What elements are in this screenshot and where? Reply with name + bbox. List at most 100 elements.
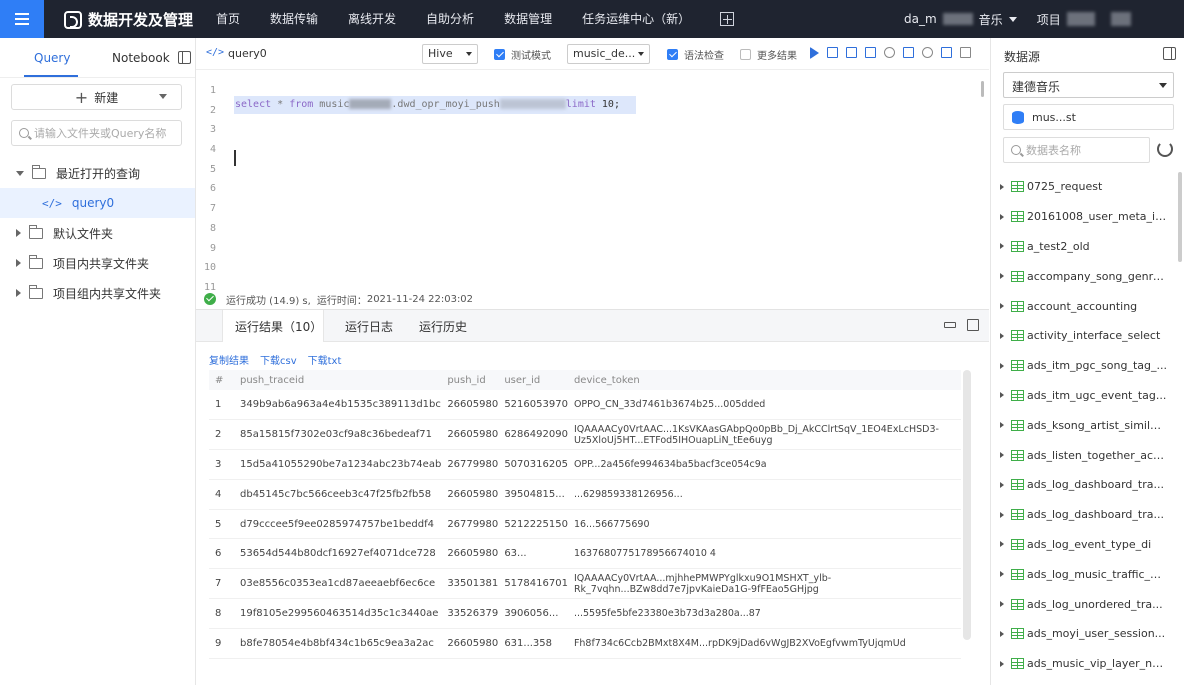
nav-item-self-service-analysis[interactable]: 自助分析 — [426, 0, 474, 38]
table-list-item[interactable]: account_accounting — [991, 291, 1177, 321]
nav-item-home[interactable]: 首页 — [216, 0, 240, 38]
syntax-check-checkbox[interactable]: 语法检查 — [667, 47, 724, 62]
table-list-item[interactable]: activity_interface_select — [991, 321, 1177, 351]
editor-tab-name[interactable]: query0 — [228, 47, 267, 60]
more-results-checkbox[interactable]: 更多结果 — [740, 47, 797, 62]
table-list-item[interactable]: a_test2_old — [991, 232, 1177, 262]
table-list-item[interactable]: ads_itm_pgc_song_tag_... — [991, 351, 1177, 381]
caret-right-icon[interactable] — [1000, 541, 1004, 548]
tree-item-group-shared[interactable]: 项目组内共享文件夹 — [0, 278, 195, 308]
caret-right-icon[interactable] — [16, 229, 21, 237]
table-row[interactable]: 8 19f8105e299560463514d35c1c3440ae 3352637… — [209, 598, 961, 629]
table-row[interactable]: 1 349b9ab6a963a4e4b1535c389113d1bc 2660598… — [209, 390, 961, 421]
hamburger-menu-icon[interactable] — [0, 0, 44, 38]
datasource-select[interactable]: 建德音乐 — [1003, 72, 1174, 98]
caret-right-icon[interactable] — [1000, 213, 1004, 220]
tab-run-results[interactable]: 运行结果（10） — [235, 318, 322, 335]
tree-item-default-folder[interactable]: 默认文件夹 — [0, 218, 195, 248]
table-list-item[interactable]: ads_log_dashboard_tra... — [991, 500, 1177, 530]
share-icon[interactable] — [922, 47, 933, 58]
format-icon[interactable] — [903, 47, 914, 58]
column-header[interactable]: device_token — [567, 370, 961, 390]
add-tab-icon[interactable] — [720, 12, 735, 26]
caret-right-icon[interactable] — [1000, 452, 1004, 459]
tree-item-project-shared[interactable]: 项目内共享文件夹 — [0, 248, 195, 278]
tab-run-history[interactable]: 运行历史 — [419, 318, 467, 335]
tab-run-log[interactable]: 运行日志 — [345, 318, 393, 335]
engine-select[interactable]: Hive — [422, 44, 478, 64]
column-header[interactable]: user_id — [498, 370, 568, 390]
column-header[interactable]: push_traceid — [234, 370, 442, 390]
caret-right-icon[interactable] — [1000, 362, 1004, 369]
table-list-item[interactable]: accompany_song_genre... — [991, 261, 1177, 291]
table-row[interactable]: 3 15d5a41055290be7a1234abc23b74eab 2677998… — [209, 449, 961, 480]
copy-results-link[interactable]: 复制结果 — [209, 352, 249, 367]
table-list-item[interactable]: ads_music_vip_layer_ne... — [991, 649, 1177, 679]
results-scrollbar[interactable] — [963, 370, 971, 640]
caret-right-icon[interactable] — [1000, 422, 1004, 429]
nav-item-offline-dev[interactable]: 离线开发 — [348, 0, 396, 38]
tree-item-query0[interactable]: </> query0 — [0, 188, 195, 218]
table-list-item[interactable]: ads_log_unordered_tra... — [991, 589, 1177, 619]
caret-right-icon[interactable] — [1000, 660, 1004, 667]
test-mode-checkbox[interactable]: 测试模式 — [494, 47, 551, 62]
checkbox-unchecked-icon[interactable] — [740, 49, 751, 60]
download-txt-link[interactable]: 下载txt — [308, 352, 342, 367]
table-list-item[interactable]: ads_log_music_traffic_fl... — [991, 559, 1177, 589]
table-list-item[interactable]: ads_moyi_user_session... — [991, 619, 1177, 649]
checkbox-checked-icon[interactable] — [667, 49, 678, 60]
column-header[interactable]: # — [209, 370, 234, 390]
maximize-panel-icon[interactable] — [967, 319, 979, 331]
schedule-icon[interactable] — [941, 47, 952, 58]
save-icon[interactable] — [846, 47, 857, 58]
caret-down-icon[interactable] — [16, 170, 24, 176]
collapse-panel-icon[interactable] — [178, 51, 191, 64]
table-list-scrollbar[interactable] — [1178, 172, 1182, 262]
caret-right-icon[interactable] — [1000, 630, 1004, 637]
nav-item-task-ops-center[interactable]: 任务运维中心（新） — [582, 0, 690, 38]
download-csv-link[interactable]: 下载csv — [260, 352, 297, 367]
refresh-icon[interactable] — [1157, 141, 1173, 157]
caret-right-icon[interactable] — [16, 259, 21, 267]
chevron-down-icon[interactable] — [159, 94, 167, 99]
caret-right-icon[interactable] — [1000, 273, 1004, 280]
caret-right-icon[interactable] — [1000, 183, 1004, 190]
caret-right-icon[interactable] — [1000, 571, 1004, 578]
checkbox-checked-icon[interactable] — [494, 49, 505, 60]
caret-right-icon[interactable] — [1000, 303, 1004, 310]
table-list-item[interactable]: ads_listen_together_acti... — [991, 440, 1177, 470]
table-list-item[interactable]: ads_log_dashboard_tra... — [991, 470, 1177, 500]
lightbulb-icon[interactable] — [884, 47, 895, 58]
database-select[interactable]: music_de... — [567, 44, 650, 64]
nav-item-data-management[interactable]: 数据管理 — [504, 0, 552, 38]
run-selected-icon[interactable] — [827, 47, 838, 58]
table-list-item[interactable]: 20161008_user_meta_in... — [991, 202, 1177, 232]
folder-search-input[interactable] — [34, 126, 174, 140]
database-selector[interactable]: mus...st — [1003, 104, 1174, 130]
nav-item-data-transfer[interactable]: 数据传输 — [270, 0, 318, 38]
table-row[interactable]: 5 d79cccee5f9ee0285974757be1beddf4 2677998… — [209, 509, 961, 540]
table-list-item[interactable]: ads_itm_ugc_event_tag... — [991, 381, 1177, 411]
tab-notebook[interactable]: Notebook — [112, 51, 170, 65]
table-row[interactable]: 7 03e8556c0353ea1cd87aeeaebf6ec6ce 3350138… — [209, 568, 961, 600]
table-search-input[interactable] — [1026, 143, 1144, 157]
caret-right-icon[interactable] — [1000, 511, 1004, 518]
caret-right-icon[interactable] — [1000, 601, 1004, 608]
minimize-panel-icon[interactable] — [944, 322, 956, 328]
table-row[interactable]: 2 85a15815f7302e03cf9a8c36bedeaf71 2660598… — [209, 419, 961, 451]
table-list-item[interactable]: 0725_request — [991, 172, 1177, 202]
tree-item-recent[interactable]: 最近打开的查询 — [0, 158, 195, 188]
export-icon[interactable] — [865, 47, 876, 58]
app-logo[interactable]: 数据开发及管理 — [64, 9, 193, 30]
tab-query[interactable]: Query — [34, 51, 70, 65]
run-icon[interactable] — [810, 47, 819, 59]
caret-right-icon[interactable] — [1000, 332, 1004, 339]
user-project-area[interactable]: da_m 音乐 项目 — [904, 0, 1131, 38]
table-row[interactable]: 4 db45145c7bc566ceeb3c47f25fb2fb58 2660598… — [209, 479, 961, 510]
caret-right-icon[interactable] — [16, 289, 21, 297]
caret-right-icon[interactable] — [1000, 392, 1004, 399]
editor-scrollbar[interactable] — [981, 81, 984, 97]
collapse-panel-icon[interactable] — [1163, 47, 1176, 60]
delete-icon[interactable] — [960, 47, 971, 58]
caret-right-icon[interactable] — [1000, 243, 1004, 250]
